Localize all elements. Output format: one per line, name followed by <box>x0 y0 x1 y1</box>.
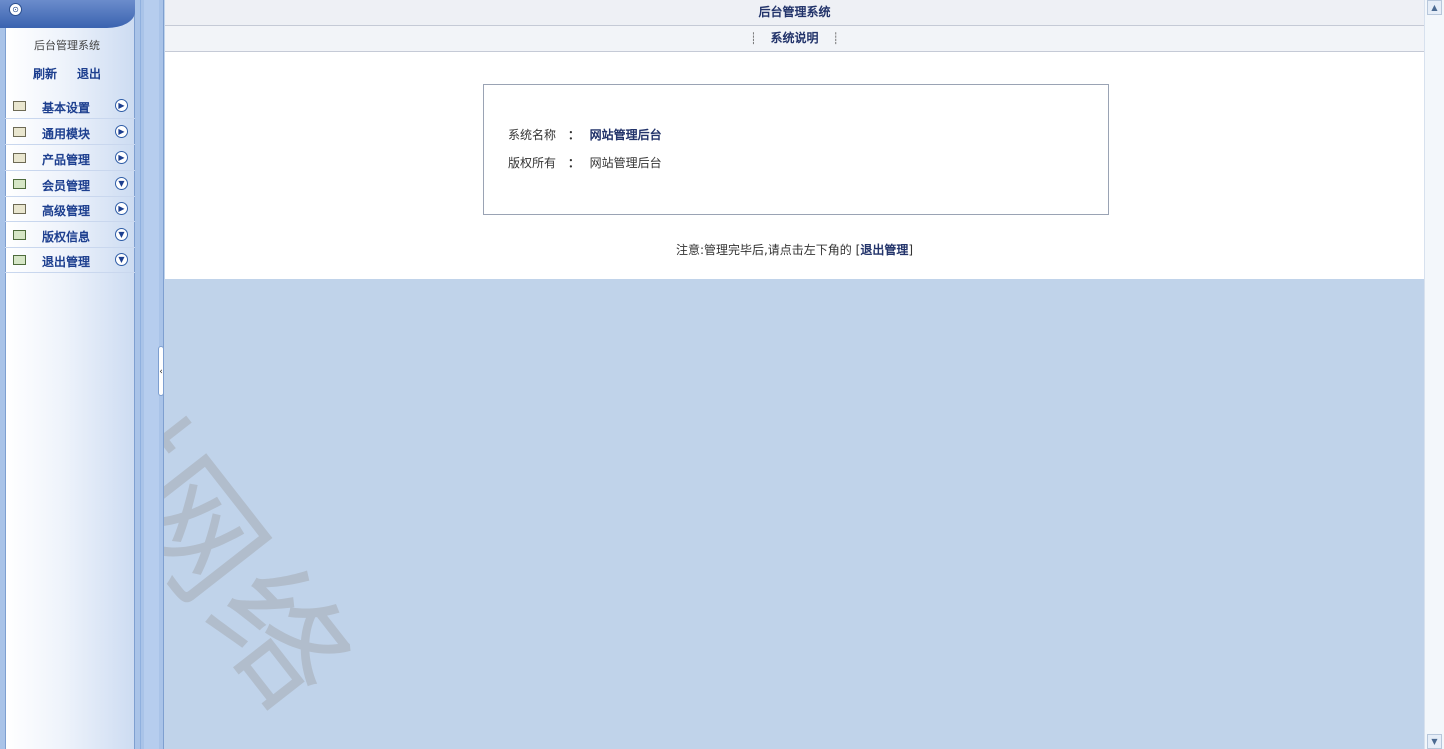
sidebar-item-label: 产品管理 <box>42 153 91 167</box>
splitter-track <box>144 0 159 749</box>
info-value-copyright: 网站管理后台 <box>589 156 662 170</box>
folder-icon <box>13 204 26 214</box>
page-title: 后台管理系统 <box>165 0 1424 26</box>
sidebar-item-advanced[interactable]: 高级管理 ▶ <box>5 198 135 222</box>
folder-icon <box>13 101 26 111</box>
folder-icon <box>13 153 26 163</box>
exit-management-link[interactable]: 退出管理 <box>860 243 908 257</box>
edit-icon <box>13 179 26 189</box>
notice-bracket: ] <box>908 243 914 257</box>
sidebar-site-title: 后台管理系统 <box>34 39 100 52</box>
notice-text: 注意:管理完毕后,请点击左下角的 <box>675 243 852 257</box>
tab-system-info[interactable]: 系统说明 <box>770 31 818 45</box>
logout-notice: 注意:管理完毕后,请点击左下角的 [退出管理] <box>165 241 1424 258</box>
sidebar-item-basic-settings[interactable]: 基本设置 ▶ <box>5 95 135 119</box>
folder-icon <box>13 127 26 137</box>
sidebar-item-products[interactable]: 产品管理 ▶ <box>5 147 135 171</box>
sidebar-item-general-modules[interactable]: 通用模块 ▶ <box>5 121 135 145</box>
expand-right-icon[interactable]: ▶ <box>115 202 128 215</box>
info-colon: ： <box>567 128 580 142</box>
left-sidebar: ⊙ 后台管理系统 刷新 退出 基本设置 ▶ 通用模块 ▶ 产品管理 ▶ 会员管理… <box>0 0 140 749</box>
sidebar-header: ⊙ <box>0 0 135 28</box>
info-row-copyright: 版权所有 ： 网站管理后台 <box>508 154 662 171</box>
sidebar-item-label: 版权信息 <box>42 230 91 244</box>
sidebar-item-label: 通用模块 <box>42 127 91 141</box>
content-area: 系统名称 ： 网站管理后台 版权所有 ： 网站管理后台 注意:管理完毕后,请点击… <box>165 52 1424 279</box>
sidebar-item-label: 高级管理 <box>42 204 91 218</box>
scroll-up-icon[interactable]: ▲ <box>1427 0 1442 15</box>
expand-down-icon[interactable]: ▼ <box>115 177 128 190</box>
scroll-down-icon[interactable]: ▼ <box>1427 734 1442 749</box>
main-frame: 后台管理系统 ┊ 系统说明 ┊ 系统名称 ： 网站管理后台 版权所有 ： 网站管… <box>165 0 1424 749</box>
system-info-box: 系统名称 ： 网站管理后台 版权所有 ： 网站管理后台 <box>483 84 1109 215</box>
expand-down-icon[interactable]: ▼ <box>115 253 128 266</box>
separator-icon: ┊ <box>750 32 757 45</box>
expand-right-icon[interactable]: ▶ <box>115 99 128 112</box>
edit-icon <box>13 230 26 240</box>
sidebar-item-label: 基本设置 <box>42 101 91 115</box>
logout-link[interactable]: 退出 <box>77 65 101 82</box>
expand-right-icon[interactable]: ▶ <box>115 125 128 138</box>
sidebar-item-label: 退出管理 <box>42 255 91 269</box>
collapse-toggle-icon[interactable]: ⊙ <box>9 3 22 16</box>
info-value-system-name: 网站管理后台 <box>589 128 662 142</box>
expand-down-icon[interactable]: ▼ <box>115 228 128 241</box>
info-key: 版权所有 <box>508 156 557 170</box>
info-colon: ： <box>567 156 580 170</box>
sidebar-item-exit[interactable]: 退出管理 ▼ <box>5 249 135 273</box>
collapse-sidebar-handle-icon[interactable]: ‹ <box>158 346 164 396</box>
refresh-link[interactable]: 刷新 <box>33 65 57 82</box>
info-key: 系统名称 <box>508 128 557 142</box>
separator-icon: ┊ <box>832 32 839 45</box>
tab-bar: ┊ 系统说明 ┊ <box>165 26 1424 52</box>
expand-right-icon[interactable]: ▶ <box>115 151 128 164</box>
sidebar-item-copyright[interactable]: 版权信息 ▼ <box>5 224 135 248</box>
sidebar-item-members[interactable]: 会员管理 ▼ <box>5 173 135 197</box>
vertical-scrollbar[interactable]: ▲ ▼ <box>1424 0 1444 749</box>
sidebar-item-label: 会员管理 <box>42 179 91 193</box>
info-row-system-name: 系统名称 ： 网站管理后台 <box>508 126 662 143</box>
edit-icon <box>13 255 26 265</box>
